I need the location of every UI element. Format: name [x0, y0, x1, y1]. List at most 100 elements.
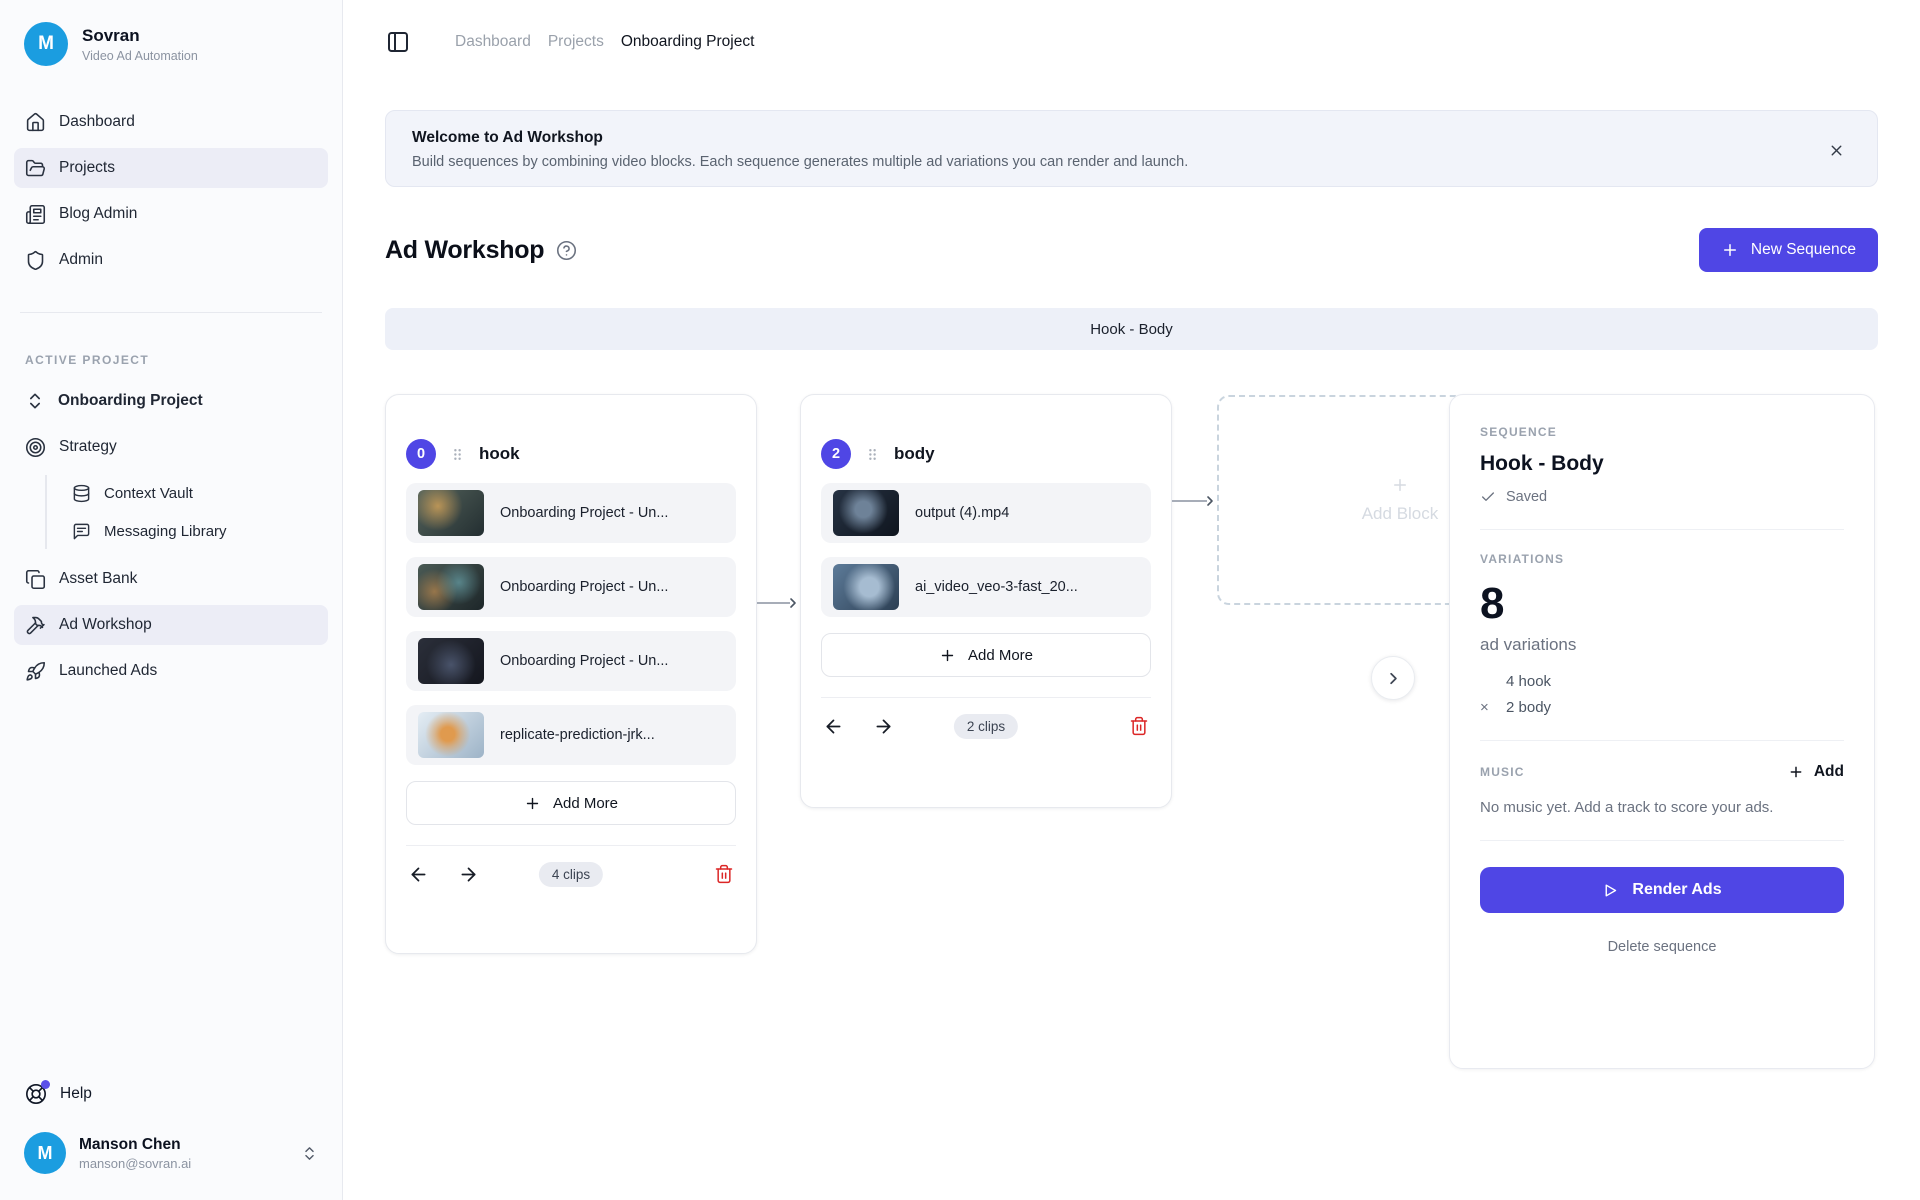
block-connector-arrow [757, 595, 801, 611]
sidebar-item-admin[interactable]: Admin [14, 240, 328, 280]
block-header: 2 body [821, 439, 1151, 469]
hammer-icon [25, 615, 46, 636]
delete-block-button[interactable] [712, 862, 736, 886]
tab-hook-body[interactable]: Hook - Body [1090, 321, 1173, 338]
clip-row[interactable]: ai_video_veo-3-fast_20... [821, 557, 1151, 617]
music-section-label: MUSIC [1480, 765, 1525, 779]
help-label: Help [60, 1085, 92, 1103]
help-button[interactable]: Help [14, 1076, 328, 1112]
trash-icon [714, 864, 734, 884]
move-right-button[interactable] [456, 862, 480, 886]
add-more-label: Add More [553, 795, 618, 812]
clip-label: Onboarding Project - Un... [500, 579, 668, 595]
variations-section-label: VARIATIONS [1480, 552, 1844, 566]
plus-icon [1391, 476, 1409, 494]
block-index-badge: 2 [821, 439, 851, 469]
breakdown-operator: × [1480, 699, 1506, 716]
sidebar-item-projects[interactable]: Projects [14, 148, 328, 188]
scroll-next-button[interactable] [1371, 656, 1415, 700]
plus-icon [1721, 241, 1739, 259]
add-block-label: Add Block [1362, 504, 1439, 524]
newspaper-icon [25, 204, 46, 225]
panel-divider [1480, 529, 1844, 530]
sidebar-item-strategy[interactable]: Strategy [14, 427, 328, 467]
sidebar-item-context-vault[interactable]: Context Vault [61, 475, 328, 511]
sidebar-toggle-button[interactable] [385, 29, 411, 55]
sidebar: M Sovran Video Ad Automation Dashboard P… [0, 0, 343, 1200]
render-ads-button[interactable]: Render Ads [1480, 867, 1844, 913]
user-avatar: M [24, 1132, 66, 1174]
target-icon [25, 437, 46, 458]
block-name: hook [479, 444, 520, 464]
sidebar-item-dashboard[interactable]: Dashboard [14, 102, 328, 142]
sidebar-item-launched-ads[interactable]: Launched Ads [14, 651, 328, 691]
clip-thumbnail [418, 712, 484, 758]
sidebar-item-label: Admin [59, 251, 103, 269]
new-sequence-label: New Sequence [1751, 241, 1856, 259]
delete-sequence-link[interactable]: Delete sequence [1480, 939, 1844, 955]
sidebar-item-messaging-library[interactable]: Messaging Library [61, 513, 328, 549]
clip-row[interactable]: Onboarding Project - Un... [406, 483, 736, 543]
breadcrumb: Dashboard Projects Onboarding Project [455, 33, 754, 51]
sequence-canvas: 0 hook Onboarding Project - Un... Onboar… [385, 394, 1878, 1114]
clip-label: Onboarding Project - Un... [500, 505, 668, 521]
drag-handle-icon[interactable] [864, 446, 881, 463]
home-icon [25, 112, 46, 133]
chevron-right-icon [785, 595, 801, 611]
clip-label: replicate-prediction-jrk... [500, 727, 655, 743]
breadcrumb-projects[interactable]: Projects [548, 33, 604, 51]
user-menu[interactable]: M Manson Chen manson@sovran.ai [14, 1126, 328, 1180]
add-music-button[interactable]: Add [1788, 763, 1844, 781]
banner-close-button[interactable] [1825, 139, 1847, 161]
breadcrumb-dashboard[interactable]: Dashboard [455, 33, 531, 51]
copy-icon [25, 569, 46, 590]
page-help-button[interactable] [556, 240, 577, 261]
clip-thumbnail [418, 564, 484, 610]
panel-divider [1480, 840, 1844, 841]
brand: M Sovran Video Ad Automation [14, 20, 328, 66]
folder-open-icon [25, 158, 46, 179]
move-right-button[interactable] [871, 714, 895, 738]
sidebar-item-blog-admin[interactable]: Blog Admin [14, 194, 328, 234]
add-more-button[interactable]: Add More [821, 633, 1151, 677]
variations-breakdown: 4 hook × 2 body [1480, 673, 1844, 716]
plus-icon [939, 647, 956, 664]
sidebar-item-label: Dashboard [59, 113, 135, 131]
block-card-body: 2 body output (4).mp4 ai_video_veo-3-fas… [800, 394, 1172, 808]
database-icon [72, 484, 91, 503]
sidebar-item-label: Strategy [59, 438, 117, 456]
breakdown-row: × 2 body [1480, 699, 1844, 716]
variations-count: 8 [1480, 582, 1844, 626]
sidebar-item-label: Projects [59, 159, 115, 177]
panel-divider [1480, 740, 1844, 741]
sidebar-item-onboarding-project[interactable]: Onboarding Project [14, 381, 328, 421]
sequence-section-label: SEQUENCE [1480, 425, 1844, 439]
sidebar-item-label: Launched Ads [59, 662, 157, 680]
banner-description: Build sequences by combining video block… [412, 154, 1188, 170]
delete-block-button[interactable] [1127, 714, 1151, 738]
sidebar-bottom: Help M Manson Chen manson@sovran.ai [14, 1076, 328, 1180]
block-header: 0 hook [406, 439, 736, 469]
clip-row[interactable]: Onboarding Project - Un... [406, 557, 736, 617]
user-name: Manson Chen [79, 1136, 191, 1154]
block-footer: 4 clips [406, 862, 736, 886]
move-left-button[interactable] [406, 862, 430, 886]
topbar: Dashboard Projects Onboarding Project [385, 22, 1878, 62]
add-more-button[interactable]: Add More [406, 781, 736, 825]
new-sequence-button[interactable]: New Sequence [1699, 228, 1878, 272]
sidebar-item-label: Ad Workshop [59, 616, 152, 634]
move-left-button[interactable] [821, 714, 845, 738]
clip-thumbnail [833, 490, 899, 536]
clip-thumbnail [418, 490, 484, 536]
clip-row[interactable]: Onboarding Project - Un... [406, 631, 736, 691]
clip-row[interactable]: output (4).mp4 [821, 483, 1151, 543]
clip-row[interactable]: replicate-prediction-jrk... [406, 705, 736, 765]
sidebar-divider [20, 312, 322, 313]
clip-count-badge: 2 clips [954, 714, 1018, 739]
drag-handle-icon[interactable] [449, 446, 466, 463]
sidebar-item-asset-bank[interactable]: Asset Bank [14, 559, 328, 599]
sequence-title: Hook - Body [1480, 452, 1844, 476]
main-nav: Dashboard Projects Blog Admin Admin [14, 102, 328, 280]
chevron-right-icon [1202, 493, 1218, 509]
sidebar-item-ad-workshop[interactable]: Ad Workshop [14, 605, 328, 645]
